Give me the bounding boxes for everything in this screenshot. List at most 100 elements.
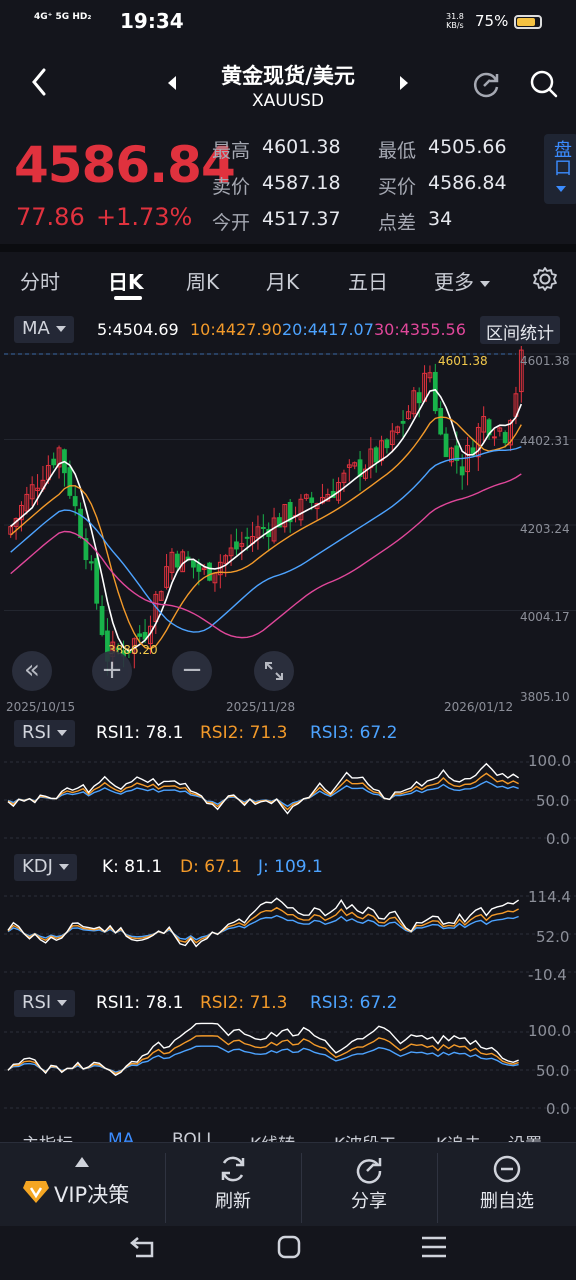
kdj-y-tick-2: -10.4: [528, 966, 567, 984]
candle-body: [309, 497, 315, 503]
fullscreen-button[interactable]: [254, 651, 294, 691]
candle-body: [443, 433, 449, 458]
chevron-down-icon: [55, 326, 66, 332]
remove-watchlist-label: 删自选: [480, 1191, 534, 1212]
tab-more-label: 更多: [434, 270, 474, 294]
tab-weekly[interactable]: 周K: [186, 266, 219, 295]
order-book-button[interactable]: 盘口: [544, 134, 576, 204]
refresh-icon[interactable]: [470, 68, 502, 104]
rsi-selector[interactable]: RSI: [14, 720, 76, 747]
candle-body: [373, 447, 379, 463]
bid-label: 买价: [378, 176, 417, 198]
y-tick-3: 4004.17: [520, 610, 570, 624]
rsi-b-chart: [4, 1022, 576, 1109]
network-indicator: 4G⁺ 5G HD₂: [34, 12, 92, 22]
vip-label: VIP决策: [54, 1183, 130, 1207]
rsi-b-rsi2-value: RSI2: 71.3: [200, 993, 288, 1013]
rsi-b-label: RSI: [22, 992, 52, 1013]
speed-unit: KB/s: [446, 21, 464, 30]
rsi-y-tick-0: 100.0: [528, 752, 571, 770]
main-indicator-selector[interactable]: MA: [14, 316, 74, 343]
rsi-y-tick-2: 0.0: [546, 830, 570, 848]
chevron-down-icon: [57, 730, 68, 736]
bid-value: 4586.84: [428, 172, 507, 194]
network-speed: 31.8 KB/s: [446, 12, 464, 30]
candle-body: [196, 563, 202, 572]
low-value: 4505.66: [428, 136, 507, 158]
candle-body: [137, 633, 143, 637]
zoom-in-button[interactable]: +: [92, 651, 132, 691]
order-book-label: 盘口: [551, 140, 572, 176]
status-bar: 4G⁺ 5G HD₂ 19:34 31.8 KB/s 75%: [0, 0, 576, 44]
expand-icon: [265, 662, 283, 680]
scroll-left-button[interactable]: «: [12, 651, 52, 691]
rsi2-value: RSI2: 71.3: [200, 723, 288, 743]
tab-daily[interactable]: 日K: [108, 266, 144, 295]
candle-body: [94, 558, 100, 604]
kdj-j-value: J: 109.1: [258, 857, 323, 877]
rsi-b-legend-row: RSI RSI1: 78.1 RSI2: 71.3 RSI3: 67.2: [0, 990, 576, 1018]
plus-icon: +: [101, 655, 123, 685]
price-change-pct: +1.73%: [96, 203, 193, 231]
back-nav-icon[interactable]: [128, 1234, 160, 1260]
battery-percent: 75%: [475, 12, 509, 30]
home-nav-icon[interactable]: [276, 1234, 302, 1260]
osc-line-2: [7, 772, 519, 811]
candle-body: [174, 553, 180, 568]
rsi-chart: [4, 761, 576, 839]
rsi-b-y-tick-0: 100.0: [528, 1022, 571, 1040]
rsi-y-tick-1: 50.0: [536, 792, 570, 810]
tab-intraday[interactable]: 分时: [20, 266, 60, 295]
range-stats-button[interactable]: 区间统计: [480, 316, 560, 344]
rsi-label: RSI: [22, 722, 52, 743]
refresh-label: 刷新: [215, 1191, 251, 1212]
main-indicator-label: MA: [22, 318, 50, 339]
tab-more[interactable]: 更多: [434, 266, 490, 295]
rsi-b-rsi1-value: RSI1: 78.1: [96, 993, 184, 1013]
tab-monthly[interactable]: 月K: [266, 266, 299, 295]
period-tabs: 分时 日K 周K 月K 五日 更多: [0, 258, 576, 302]
search-icon[interactable]: [528, 68, 560, 104]
double-chevron-left-icon: «: [24, 655, 40, 685]
share-icon: [356, 1158, 382, 1184]
clock: 19:34: [120, 9, 184, 33]
candle-body: [72, 496, 78, 507]
open-label: 今开: [212, 212, 251, 234]
rsi-legend-row: RSI RSI1: 78.1 RSI2: 71.3 RSI3: 67.2: [0, 720, 576, 748]
candle-body: [400, 420, 406, 424]
battery-icon: [514, 15, 542, 29]
rsi-b-selector[interactable]: RSI: [14, 990, 76, 1017]
candle-body: [234, 541, 239, 550]
active-tab-indicator: [114, 296, 142, 300]
zoom-out-button[interactable]: −: [172, 651, 212, 691]
ma5-value: 5:4504.69: [97, 320, 179, 339]
diamond-icon: [23, 1181, 49, 1203]
share-label: 分享: [351, 1191, 387, 1212]
candle-body: [502, 432, 508, 444]
y-tick-0: 4601.38: [520, 354, 570, 368]
spread-label: 点差: [378, 212, 417, 234]
minus-circle-icon: [493, 1155, 521, 1183]
rsi3-value: RSI3: 67.2: [310, 723, 398, 743]
candle-body: [416, 392, 422, 404]
rsi-b-y-tick-1: 50.0: [536, 1062, 570, 1080]
osc-line-1: [7, 762, 520, 815]
candle-body: [99, 606, 105, 635]
candle-body: [459, 466, 465, 476]
tab-five-day[interactable]: 五日: [348, 266, 388, 295]
settings-icon[interactable]: [532, 266, 558, 296]
candle-body: [51, 458, 57, 466]
speed-value: 31.8: [446, 12, 464, 21]
osc-line-1: [7, 1022, 519, 1077]
caret-up-icon: [75, 1157, 89, 1167]
candle-body: [88, 561, 94, 564]
kdj-d-value: D: 67.1: [180, 857, 243, 877]
kdj-selector[interactable]: KDJ: [14, 854, 77, 881]
rsi1-value: RSI1: 78.1: [96, 723, 184, 743]
x-tick-1: 2025/11/28: [226, 700, 296, 714]
rsi-b-y-tick-2: 0.0: [546, 1100, 570, 1118]
next-symbol-icon[interactable]: [398, 74, 410, 96]
menu-nav-icon[interactable]: [420, 1235, 448, 1259]
system-nav-bar: [0, 1226, 576, 1280]
x-tick-2: 2026/01/12: [444, 700, 514, 714]
